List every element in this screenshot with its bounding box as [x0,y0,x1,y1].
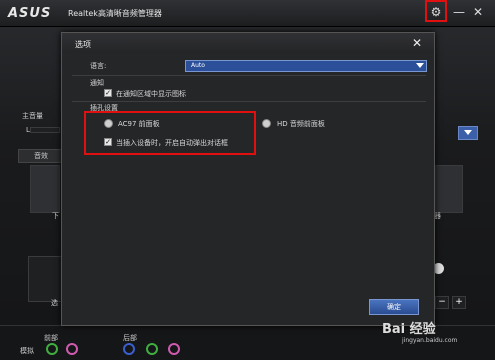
analog-label: 模拟 [20,347,34,355]
rear-label: 后部 [123,334,137,342]
gear-icon[interactable]: ⚙ [428,4,444,20]
divider [72,75,426,76]
rear-green-jack-icon[interactable] [146,343,158,355]
volume-slider[interactable] [30,127,60,133]
notify-heading: 通知 [90,79,104,87]
notify-checkbox[interactable]: ✓ [104,89,112,97]
master-volume-label: 主音量 [22,112,43,120]
language-label: 语言: [90,62,107,70]
radio-hd-label: HD 音频前面板 [277,120,325,128]
tab-sound-effects[interactable]: 音效 [18,149,64,163]
popup-checkbox-label: 当插入设备时，开启自动弹出对话框 [116,139,228,147]
dialog-title-bar: 选项 ✕ [62,33,434,53]
front-label: 前部 [44,334,58,342]
radio-ac97[interactable] [104,119,113,128]
front-green-jack-icon[interactable] [46,343,58,355]
speaker-label-right: 器 [434,212,441,220]
title-bar: ASUS Realtek高清晰音频管理器 ⚙ — ✕ [0,0,495,27]
baidu-watermark: Bai 经验 [382,322,436,337]
app-title: Realtek高清晰音频管理器 [68,9,162,18]
radio-ac97-label: AC97 前面板 [118,120,160,128]
speaker-image[interactable] [435,165,463,213]
options-dialog: 选项 ✕ 语言: Auto 通知 ✓ 在通知区域中显示图标 插孔设置 AC97 … [61,32,435,326]
minus-button[interactable]: − [435,296,449,309]
highlight-box [84,111,256,155]
language-value: Auto [191,62,205,69]
rear-blue-jack-icon[interactable] [123,343,135,355]
divider [72,101,426,102]
environment-image[interactable] [30,165,60,213]
popup-checkbox[interactable]: ✓ [104,138,112,146]
notify-checkbox-label: 在通知区域中显示图标 [116,90,186,98]
ok-button[interactable]: 确定 [369,299,419,315]
chevron-down-icon [416,63,424,68]
close-button[interactable]: ✕ [470,4,486,20]
baidu-watermark-url: jingyan.baidu.com [402,337,458,344]
asus-logo: ASUS [8,6,52,21]
speaker-label-left: 下 [52,212,59,220]
front-pink-jack-icon[interactable] [66,343,78,355]
headphone-panel[interactable] [28,256,62,302]
language-select[interactable]: Auto [185,60,427,72]
rear-pink-jack-icon[interactable] [168,343,180,355]
dialog-close-button[interactable]: ✕ [412,36,422,50]
plus-button[interactable]: + [452,296,466,309]
device-dropdown[interactable] [458,126,478,140]
bottom-left-label: 选 [51,299,58,307]
dialog-title: 选项 [75,40,91,49]
radio-hd-audio[interactable] [262,119,271,128]
minimize-button[interactable]: — [451,4,467,20]
